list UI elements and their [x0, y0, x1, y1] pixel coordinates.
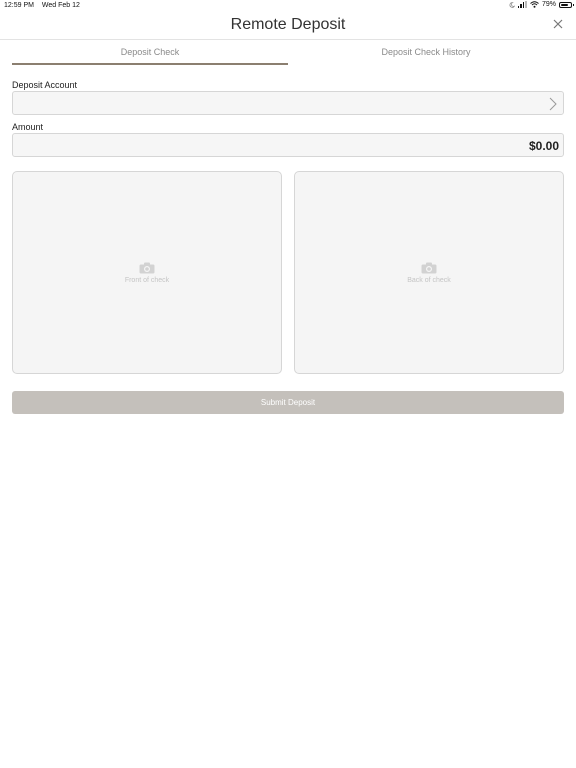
battery-icon [559, 1, 574, 8]
deposit-account-label: Deposit Account [12, 80, 78, 90]
chevron-right-icon [549, 97, 557, 111]
amount-input[interactable]: $0.00 [12, 133, 564, 157]
amount-value: $0.00 [528, 139, 559, 153]
camera-icon [139, 262, 155, 274]
tab-deposit-check[interactable]: Deposit Check [12, 40, 288, 65]
moon-icon [509, 1, 515, 8]
close-icon[interactable] [552, 18, 564, 30]
submit-deposit-button[interactable]: Submit Deposit [12, 391, 564, 414]
deposit-account-select[interactable] [12, 91, 564, 115]
battery-percent: 79% [541, 1, 556, 8]
tab-deposit-check-history[interactable]: Deposit Check History [288, 40, 564, 65]
back-of-check-caption: Back of check [407, 277, 451, 284]
amount-label: Amount [12, 122, 44, 132]
status-bar: 12:59 PM Wed Feb 12 79% [0, 0, 576, 12]
status-time: 12:59 PM [4, 2, 34, 9]
header: Remote Deposit [0, 12, 576, 40]
back-of-check-capture[interactable]: Back of check [294, 171, 564, 374]
wifi-icon [530, 1, 539, 8]
status-date: Wed Feb 12 [41, 2, 80, 9]
tab-bar: Deposit Check Deposit Check History [12, 40, 564, 65]
camera-icon [421, 262, 437, 274]
front-of-check-caption: Front of check [124, 277, 170, 284]
signal-icon [517, 1, 527, 8]
page-title: Remote Deposit [230, 16, 346, 33]
front-of-check-capture[interactable]: Front of check [12, 171, 282, 374]
